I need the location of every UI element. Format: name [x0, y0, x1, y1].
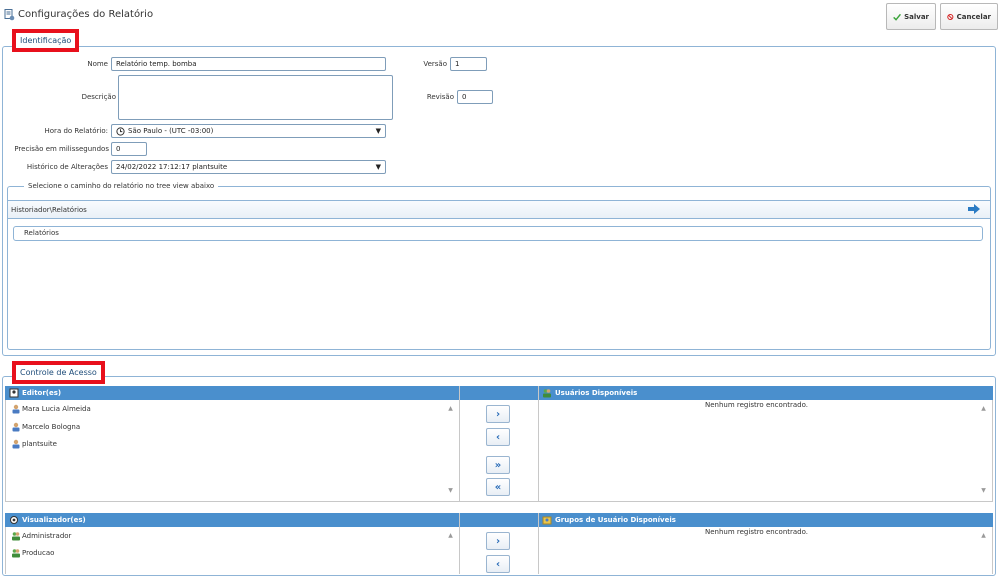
user-icon — [12, 422, 20, 432]
history-select[interactable]: 24/02/2022 17:12:17 plantsuite ▼ — [111, 160, 386, 174]
tree-path-bar: Historiador\Relatórios — [8, 200, 990, 219]
scroll-up-icon[interactable]: ▲ — [978, 405, 989, 412]
column-divider — [538, 513, 539, 574]
history-value: 24/02/2022 17:12:17 plantsuite — [116, 163, 228, 171]
access-legend: Controle de Acesso — [12, 361, 105, 384]
viewers-title-text: Visualizador(es) — [22, 516, 86, 524]
report-settings-icon — [4, 9, 15, 21]
cancel-button[interactable]: Cancelar — [940, 3, 998, 30]
precision-label: Precisão em milissegundos — [14, 145, 109, 153]
list-item[interactable]: Producao — [11, 548, 54, 558]
cancel-label: Cancelar — [956, 12, 991, 21]
viewers-header-bar — [5, 513, 993, 527]
editors-header-bar — [5, 386, 993, 400]
column-divider — [459, 513, 460, 574]
revision-field[interactable]: 0 — [457, 90, 493, 104]
scroll-up-icon[interactable]: ▲ — [978, 532, 989, 539]
move-right-button[interactable]: › — [486, 532, 510, 550]
user-icon — [12, 404, 20, 414]
group-icon — [12, 549, 20, 558]
groups-empty-message: Nenhum registro encontrado. — [705, 528, 808, 536]
user-icon — [12, 439, 20, 449]
groups-title: Grupos de Usuário Disponíveis — [542, 514, 676, 526]
description-label: Descrição — [81, 93, 116, 101]
timezone-select[interactable]: São Paulo - (UTC -03:00) ▼ — [111, 124, 386, 138]
list-item[interactable]: Mara Lucia Almeida — [11, 404, 91, 414]
chevron-down-icon: ▼ — [375, 127, 381, 135]
viewer-name: Administrador — [22, 532, 72, 540]
users-title: Usuários Disponíveis — [542, 387, 637, 399]
save-label: Salvar — [904, 12, 929, 21]
chevron-down-icon: ▼ — [375, 163, 381, 171]
column-divider — [459, 386, 460, 502]
users-icon — [543, 389, 551, 398]
groups-title-text: Grupos de Usuário Disponíveis — [555, 516, 676, 524]
move-all-right-button[interactable]: » — [486, 456, 510, 474]
viewer-group-icon — [10, 516, 18, 524]
list-item[interactable]: plantsuite — [11, 439, 57, 449]
viewers-title: Visualizador(es) — [9, 514, 86, 526]
group-icon — [12, 532, 20, 541]
editors-title: Editor(es) — [9, 387, 61, 399]
users-title-text: Usuários Disponíveis — [555, 389, 638, 397]
timezone-label: Hora do Relatório: — [44, 127, 108, 135]
version-field[interactable]: 1 — [450, 57, 487, 71]
column-divider — [538, 386, 539, 502]
precision-field[interactable]: 0 — [111, 142, 147, 156]
description-field[interactable] — [118, 75, 393, 120]
users-empty-message: Nenhum registro encontrado. — [705, 401, 808, 409]
viewer-name: Producao — [22, 549, 55, 557]
cancel-icon — [947, 13, 954, 20]
move-right-button[interactable]: › — [486, 405, 510, 423]
timezone-value: São Paulo - (UTC -03:00) — [128, 127, 214, 135]
name-label: Nome — [87, 60, 108, 68]
list-item[interactable]: Marcelo Bologna — [11, 422, 80, 432]
page-title: Configurações do Relatório — [18, 9, 154, 20]
groups-icon — [542, 516, 552, 525]
scroll-down-icon[interactable]: ▼ — [445, 487, 456, 494]
revision-label: Revisão — [426, 93, 454, 101]
move-all-left-button[interactable]: « — [486, 478, 510, 496]
scroll-up-icon[interactable]: ▲ — [445, 405, 456, 412]
editor-name: Mara Lucia Almeida — [22, 405, 91, 413]
list-item[interactable]: Administrador — [11, 531, 71, 541]
tree-path: Historiador\Relatórios — [11, 205, 87, 214]
name-field[interactable]: Relatório temp. bomba — [111, 57, 386, 71]
scroll-down-icon[interactable]: ▼ — [978, 487, 989, 494]
editor-name: plantsuite — [22, 440, 57, 448]
editors-title-text: Editor(es) — [22, 389, 62, 397]
scroll-up-icon[interactable]: ▲ — [445, 532, 456, 539]
move-left-button[interactable]: ‹ — [486, 555, 510, 573]
version-label: Versão — [423, 60, 447, 68]
save-button[interactable]: Salvar — [886, 3, 936, 30]
clock-icon — [116, 126, 125, 136]
editor-name: Marcelo Bologna — [22, 423, 81, 431]
tree-legend: Selecione o caminho do relatório no tree… — [24, 182, 219, 190]
editor-group-icon — [9, 388, 19, 398]
history-label: Histórico de Alterações — [26, 163, 108, 171]
identification-legend: Identificação — [12, 29, 80, 52]
tree-node-relatorios[interactable]: Relatórios — [13, 226, 983, 241]
arrow-right-icon[interactable] — [967, 203, 981, 215]
move-left-button[interactable]: ‹ — [486, 428, 510, 446]
check-icon — [893, 13, 901, 21]
